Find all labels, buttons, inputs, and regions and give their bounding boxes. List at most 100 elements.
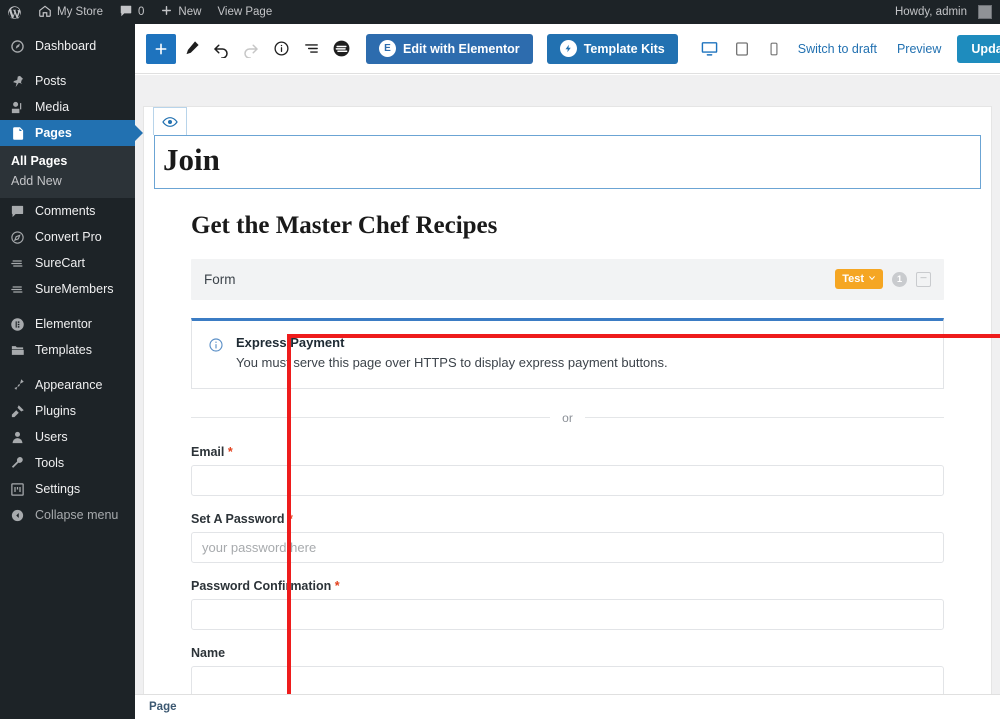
content-heading[interactable]: Get the Master Chef Recipes	[191, 211, 944, 241]
redo-button[interactable]	[236, 34, 266, 64]
step-badge[interactable]: 1	[892, 271, 907, 287]
details-info-button[interactable]	[266, 34, 296, 64]
sidebar-item-label: Templates	[35, 343, 92, 357]
sidebar-item-appearance[interactable]: Appearance	[0, 372, 135, 398]
sidebar-item-label: SureCart	[35, 256, 86, 270]
surecart-circle-icon[interactable]	[326, 34, 356, 64]
home-icon	[38, 4, 52, 21]
desktop-icon[interactable]	[696, 35, 724, 63]
tools-pencil-button[interactable]	[176, 34, 206, 64]
sidebar-item-media[interactable]: Media	[0, 94, 135, 120]
required-asterisk: *	[224, 444, 233, 459]
page-title[interactable]: Join	[155, 142, 980, 178]
form-block-label: Form	[204, 271, 236, 287]
name-field-group: Name	[191, 646, 944, 694]
post-title-block[interactable]: Join	[154, 135, 981, 189]
panel-icon[interactable]	[916, 271, 931, 287]
test-mode-label: Test	[842, 273, 864, 286]
sidebar-item-suremembers[interactable]: SureMembers	[0, 276, 135, 302]
sidebar-item-elementor[interactable]: Elementor	[0, 311, 135, 337]
email-field-group: Email *	[191, 445, 944, 496]
wordpress-editor-screen: My Store 0 New View Page Howdy, admin Da…	[0, 0, 1000, 719]
sidebar-item-label: Users	[35, 430, 68, 444]
wordpress-logo-icon[interactable]	[0, 0, 30, 24]
update-button[interactable]: Update	[957, 34, 1000, 63]
or-label: or	[562, 410, 573, 425]
sidebar-item-label: Settings	[35, 482, 81, 496]
switch-to-draft-button[interactable]: Switch to draft	[788, 42, 887, 56]
admin-bar-comments[interactable]: 0	[111, 0, 152, 24]
sidebar-item-users[interactable]: Users	[0, 424, 135, 450]
required-asterisk: *	[284, 511, 293, 526]
sidebar-subitem-label: All Pages	[11, 154, 68, 168]
edit-with-elementor-label: Edit with Elementor	[403, 41, 520, 56]
plugins-icon	[9, 403, 26, 420]
mobile-icon[interactable]	[760, 35, 788, 63]
device-preview-group	[696, 35, 788, 63]
editor-actions: Switch to draft Preview Update A	[788, 34, 1000, 64]
eye-icon[interactable]	[153, 107, 187, 135]
sidebar-item-tools[interactable]: Tools	[0, 450, 135, 476]
sidebar-subitem-all-pages[interactable]: All Pages	[0, 151, 135, 171]
pin-icon	[9, 73, 26, 90]
admin-bar-account[interactable]: Howdy, admin	[887, 0, 1000, 24]
lightning-badge-icon	[559, 40, 577, 57]
or-divider: or	[191, 411, 944, 425]
sidebar-item-label: Tools	[35, 456, 65, 470]
comments-icon	[9, 203, 26, 220]
tablet-icon[interactable]	[728, 35, 756, 63]
admin-bar-new[interactable]: New	[152, 0, 209, 24]
name-field-label: Name	[191, 645, 226, 660]
editor-canvas: Join Get the Master Chef Recipes Form Te…	[135, 75, 1000, 694]
sidebar-item-posts[interactable]: Posts	[0, 68, 135, 94]
sidebar-item-label: Plugins	[35, 404, 76, 418]
template-kits-label: Template Kits	[583, 41, 665, 56]
test-mode-dropdown[interactable]: Test	[835, 269, 883, 290]
password-confirmation-input[interactable]	[191, 598, 944, 630]
convert-pro-icon	[9, 229, 26, 246]
template-kits-button[interactable]: Template Kits	[546, 33, 678, 64]
site-name-label: My Store	[57, 6, 104, 18]
edit-with-elementor-button[interactable]: E Edit with Elementor	[366, 33, 533, 64]
sidebar-subitem-add-new[interactable]: Add New	[0, 171, 135, 191]
sidebar-item-label: Appearance	[35, 378, 103, 392]
comment-bubble-icon	[119, 4, 133, 21]
sidebar-item-settings[interactable]: Settings	[0, 476, 135, 502]
sidebar-item-comments[interactable]: Comments	[0, 198, 135, 224]
sidebar-item-templates[interactable]: Templates	[0, 337, 135, 363]
plus-icon	[160, 4, 173, 20]
sidebar-item-dashboard[interactable]: Dashboard	[0, 33, 135, 59]
breadcrumb[interactable]: Page	[149, 701, 177, 713]
collapse-icon	[9, 507, 26, 524]
sidebar-submenu-pages: All Pages Add New	[0, 146, 135, 198]
express-payment-description: You must serve this page over HTTPS to d…	[236, 354, 668, 370]
email-input[interactable]	[191, 464, 944, 496]
list-view-button[interactable]	[296, 34, 326, 64]
sidebar-item-label: Elementor	[35, 317, 92, 331]
name-input[interactable]	[191, 665, 944, 694]
form-block-bar[interactable]: Form Test 1	[191, 258, 944, 300]
new-label: New	[178, 6, 202, 18]
admin-bar-view-page[interactable]: View Page	[209, 0, 280, 24]
add-block-button[interactable]	[146, 33, 176, 64]
preview-button[interactable]: Preview	[887, 42, 951, 56]
password-label-text: Set A Password	[191, 511, 285, 526]
sidebar-item-convert-pro[interactable]: Convert Pro	[0, 224, 135, 250]
elementor-icon	[9, 316, 26, 333]
sidebar-item-surecart[interactable]: SureCart	[0, 250, 135, 276]
tools-icon	[9, 455, 26, 472]
password-input[interactable]	[191, 531, 944, 563]
express-payment-title: Express Payment	[236, 334, 345, 350]
admin-bar-site-name[interactable]: My Store	[30, 0, 111, 24]
surecart-icon	[9, 255, 26, 272]
howdy-label: Howdy, admin	[894, 6, 967, 18]
sidebar-item-pages[interactable]: Pages	[0, 120, 143, 146]
sidebar-item-label: Comments	[35, 204, 96, 218]
sidebar-item-collapse-menu[interactable]: Collapse menu	[0, 502, 135, 528]
chevron-down-icon	[868, 273, 876, 285]
sidebar-item-plugins[interactable]: Plugins	[0, 398, 135, 424]
editor-toolbar: E Edit with Elementor Template Kits Swit…	[135, 24, 1000, 74]
undo-button[interactable]	[206, 34, 236, 64]
